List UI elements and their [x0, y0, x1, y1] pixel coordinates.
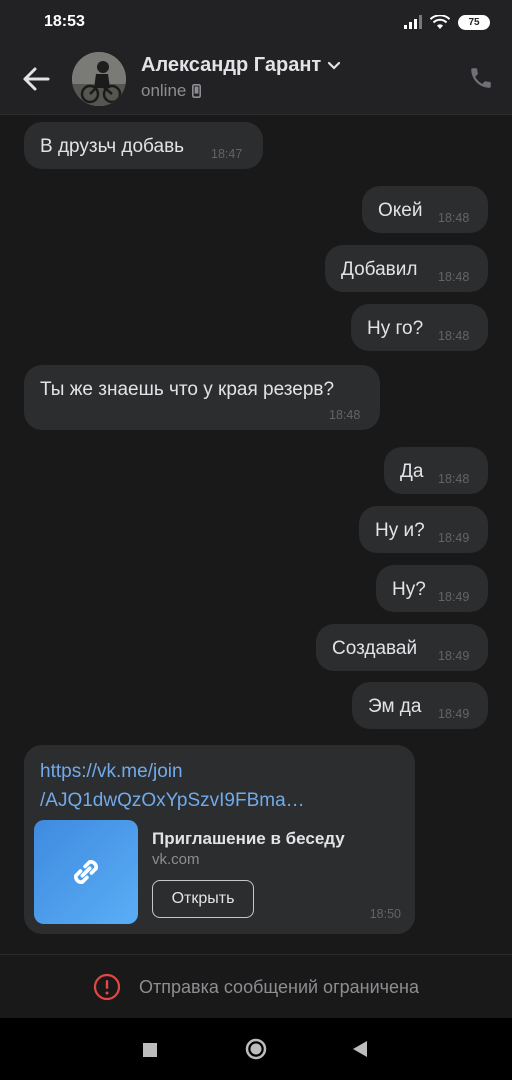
message-bubble[interactable]: Эм да 18:49: [352, 682, 488, 729]
message-time: 18:49: [438, 707, 470, 721]
message-text: Создавай: [332, 638, 418, 659]
message-time: 18:48: [438, 211, 470, 225]
restricted-text: Отправка сообщений ограничена: [139, 976, 419, 997]
square-icon: [143, 1043, 157, 1057]
link-message[interactable]: https://vk.me/join /AJQ1dwQzOxYpSzvI9FBm…: [24, 745, 415, 934]
invite-link-line2: /AJQ1dwQzOxYpSzvI9FBma…: [40, 790, 305, 811]
message-bubble[interactable]: Ну? 18:49: [376, 565, 488, 612]
chat-header: Александр Гарант online: [0, 44, 512, 115]
open-button[interactable]: Открыть: [152, 880, 254, 918]
message-text: Окей: [378, 200, 423, 221]
back-button[interactable]: [18, 62, 54, 96]
battery-level: 75: [468, 16, 480, 28]
call-button[interactable]: [468, 64, 494, 92]
signal-icon: [404, 15, 422, 29]
recents-button[interactable]: [142, 1042, 158, 1058]
message-text: Ты же знаешь что у края резерв?: [40, 379, 335, 400]
navigation-bar: [0, 1018, 512, 1080]
chevron-down-icon: [328, 61, 341, 70]
message-time: 18:48: [438, 472, 470, 486]
message-time: 18:48: [329, 408, 361, 422]
wifi-icon: [430, 14, 450, 29]
message-text: Добавил: [341, 259, 418, 280]
message-text: Эм да: [368, 696, 422, 717]
battery-icon: 75: [458, 14, 490, 30]
status-bar: 18:53 75: [0, 0, 512, 44]
link-domain: vk.com: [152, 851, 200, 868]
contact-status-text: online: [141, 81, 187, 100]
message-time: 18:49: [438, 531, 470, 545]
arrow-left-icon: [23, 67, 50, 91]
message-text: Да: [400, 461, 424, 482]
contact-status: online: [141, 81, 202, 101]
home-button[interactable]: [245, 1038, 267, 1060]
message-bubble[interactable]: Ну го? 18:48: [351, 304, 488, 351]
message-text: В друзьч добавь: [40, 136, 185, 157]
message-time: 18:48: [438, 270, 470, 284]
avatar[interactable]: [72, 52, 126, 106]
message-time: 18:47: [211, 147, 243, 161]
message-time: 18:49: [438, 590, 470, 604]
warning-icon: [93, 973, 121, 1001]
message-time: 18:49: [438, 649, 470, 663]
message-list[interactable]: В друзьч добавь 18:47 Окей 18:48 Добавил…: [0, 115, 512, 953]
message-bubble[interactable]: Ты же знаешь что у края резерв? 18:48: [24, 365, 380, 430]
contact-name-text: Александр Гарант: [141, 54, 322, 76]
message-time: 18:48: [438, 329, 470, 343]
mobile-icon: [192, 84, 202, 98]
avatar-image: [72, 52, 126, 106]
message-text: Ну?: [392, 579, 426, 600]
link-thumbnail[interactable]: [34, 820, 138, 924]
invite-link-line1: https://vk.me/join: [40, 761, 183, 782]
message-bubble[interactable]: Ну и? 18:49: [359, 506, 488, 553]
message-time: 18:50: [369, 907, 401, 921]
status-icons: 75: [404, 13, 490, 31]
status-time: 18:53: [44, 13, 85, 30]
contact-name[interactable]: Александр Гарант: [141, 54, 341, 77]
back-nav-button[interactable]: [352, 1040, 368, 1058]
phone-icon: [471, 68, 491, 88]
link-icon: [74, 860, 98, 884]
messaging-restricted-bar: Отправка сообщений ограничена: [0, 954, 512, 1019]
circle-icon: [245, 1038, 267, 1060]
triangle-back-icon: [353, 1041, 367, 1057]
invite-link[interactable]: https://vk.me/join /AJQ1dwQzOxYpSzvI9FBm…: [40, 757, 305, 815]
message-bubble[interactable]: В друзьч добавь 18:47: [24, 122, 263, 169]
message-text: Ну и?: [375, 520, 425, 541]
link-title: Приглашение в беседу: [152, 829, 345, 848]
message-bubble[interactable]: Да 18:48: [384, 447, 488, 494]
message-text: Ну го?: [367, 318, 424, 339]
message-bubble[interactable]: Окей 18:48: [362, 186, 488, 233]
message-bubble[interactable]: Добавил 18:48: [325, 245, 488, 292]
message-bubble[interactable]: Создавай 18:49: [316, 624, 488, 671]
